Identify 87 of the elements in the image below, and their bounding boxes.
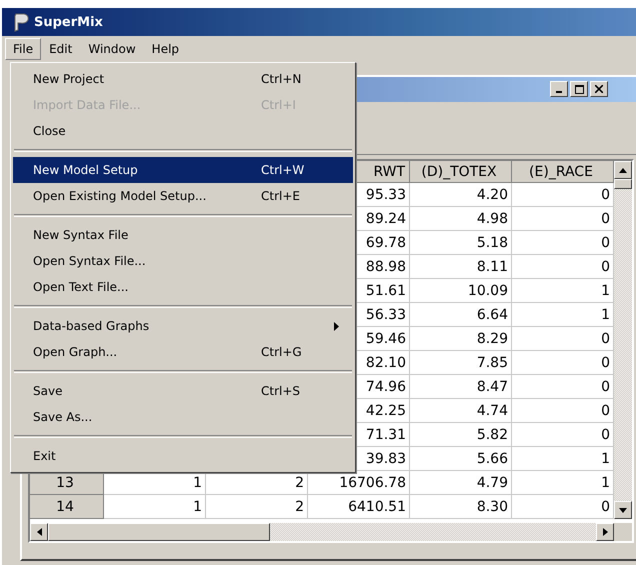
table-cell: 0 bbox=[601, 210, 610, 226]
table-cell: 1 bbox=[193, 498, 202, 514]
left-arrow-icon bbox=[36, 528, 42, 536]
table-cell: 74.96 bbox=[366, 378, 406, 394]
close-button[interactable] bbox=[590, 81, 608, 97]
table-cell: 0 bbox=[601, 354, 610, 370]
scroll-up-button[interactable] bbox=[614, 161, 632, 179]
table-cell: 8.11 bbox=[476, 258, 508, 274]
menu-bar-item[interactable]: Help bbox=[144, 38, 188, 60]
table-cell: 69.78 bbox=[366, 234, 406, 250]
table-cell: 2 bbox=[295, 498, 304, 514]
maximize-button[interactable] bbox=[570, 81, 588, 97]
table-cell: 6.64 bbox=[476, 306, 508, 322]
table-cell: 4.74 bbox=[476, 402, 508, 418]
vertical-scrollbar[interactable] bbox=[614, 161, 632, 519]
table-cell: 0 bbox=[601, 426, 610, 442]
table-cell: 6410.51 bbox=[348, 498, 406, 514]
maximize-icon bbox=[574, 84, 584, 94]
table-cell: 51.61 bbox=[366, 282, 406, 298]
scroll-thumb[interactable] bbox=[614, 179, 632, 189]
menu-item[interactable]: New Model Setup Ctrl+W bbox=[13, 157, 353, 183]
table-cell: 0 bbox=[601, 234, 610, 250]
scroll-left-button[interactable] bbox=[30, 523, 48, 541]
row-header[interactable]: 14 bbox=[56, 498, 74, 514]
scroll-down-button[interactable] bbox=[614, 501, 632, 519]
table-cell: 42.25 bbox=[366, 402, 406, 418]
table-cell: 0 bbox=[601, 258, 610, 274]
menu-item[interactable]: Close bbox=[13, 118, 353, 144]
column-header[interactable]: (D)_TOTEX bbox=[410, 161, 512, 183]
table-cell: 1 bbox=[193, 474, 202, 490]
menu-item[interactable]: New Syntax File bbox=[13, 222, 353, 248]
table-cell: 0 bbox=[601, 330, 610, 346]
table-cell: 0 bbox=[601, 378, 610, 394]
table-cell: 0 bbox=[601, 186, 610, 202]
table-cell: 89.24 bbox=[366, 210, 406, 226]
submenu-arrow-icon bbox=[334, 322, 339, 331]
table-cell: 39.83 bbox=[366, 450, 406, 466]
table-cell: 82.10 bbox=[366, 354, 406, 370]
menu-item[interactable]: Save As... bbox=[13, 404, 353, 430]
table-cell: 56.33 bbox=[366, 306, 406, 322]
table-cell: 5.66 bbox=[476, 450, 508, 466]
table-cell: 71.31 bbox=[366, 426, 406, 442]
menu-item[interactable]: Save Ctrl+S bbox=[13, 378, 353, 404]
app-logo-icon bbox=[12, 12, 30, 32]
row-header[interactable]: 13 bbox=[56, 474, 74, 490]
table-cell: 0 bbox=[601, 498, 610, 514]
menu-item[interactable]: Open Syntax File... bbox=[13, 248, 353, 274]
table-cell: 1 bbox=[601, 306, 610, 322]
menu-item[interactable]: Open Existing Model Setup... Ctrl+E bbox=[13, 183, 353, 209]
table-cell: 0 bbox=[601, 402, 610, 418]
up-arrow-icon bbox=[619, 168, 627, 172]
menu-bar-item[interactable]: Edit bbox=[41, 38, 80, 60]
table-cell: 4.20 bbox=[476, 186, 508, 202]
table-cell: 1 bbox=[601, 450, 610, 466]
table-cell: 1 bbox=[601, 474, 610, 490]
menu-item[interactable]: Data-based Graphs bbox=[13, 313, 353, 339]
column-header[interactable]: (E)_RACE bbox=[512, 161, 614, 183]
table-cell: 5.82 bbox=[476, 426, 508, 442]
window-title: SuperMix bbox=[34, 14, 103, 30]
menu-item[interactable]: New Project Ctrl+N bbox=[13, 66, 353, 92]
horizontal-scrollbar[interactable] bbox=[30, 523, 632, 541]
scrollbar-corner bbox=[614, 523, 632, 541]
right-arrow-icon bbox=[602, 528, 608, 536]
table-cell: 5.18 bbox=[476, 234, 508, 250]
table-cell: 88.98 bbox=[366, 258, 406, 274]
table-cell: 1 bbox=[601, 282, 610, 298]
table-cell: 10.09 bbox=[468, 282, 508, 298]
minimize-button[interactable] bbox=[550, 81, 568, 97]
close-icon bbox=[595, 85, 603, 93]
table-cell: 95.33 bbox=[366, 186, 406, 202]
menu-bar-item[interactable]: File bbox=[5, 38, 42, 60]
table-cell: 2 bbox=[295, 474, 304, 490]
menu-item[interactable]: Open Text File... bbox=[13, 274, 353, 300]
table-cell: 4.98 bbox=[476, 210, 508, 226]
scroll-right-button[interactable] bbox=[596, 523, 614, 541]
table-cell: 16706.78 bbox=[339, 474, 406, 490]
table-cell: 7.85 bbox=[476, 354, 508, 370]
menu-item[interactable]: Open Graph... Ctrl+G bbox=[13, 339, 353, 365]
table-cell: 4.79 bbox=[476, 474, 508, 490]
menu-bar-item[interactable]: Window bbox=[80, 38, 144, 60]
scroll-thumb[interactable] bbox=[48, 523, 270, 541]
table-cell: 8.47 bbox=[476, 378, 508, 394]
down-arrow-icon bbox=[619, 508, 627, 512]
table-cell: 8.30 bbox=[476, 498, 508, 514]
table-cell: 8.29 bbox=[476, 330, 508, 346]
table-cell: 59.46 bbox=[366, 330, 406, 346]
menu-item[interactable]: Exit bbox=[13, 443, 353, 469]
